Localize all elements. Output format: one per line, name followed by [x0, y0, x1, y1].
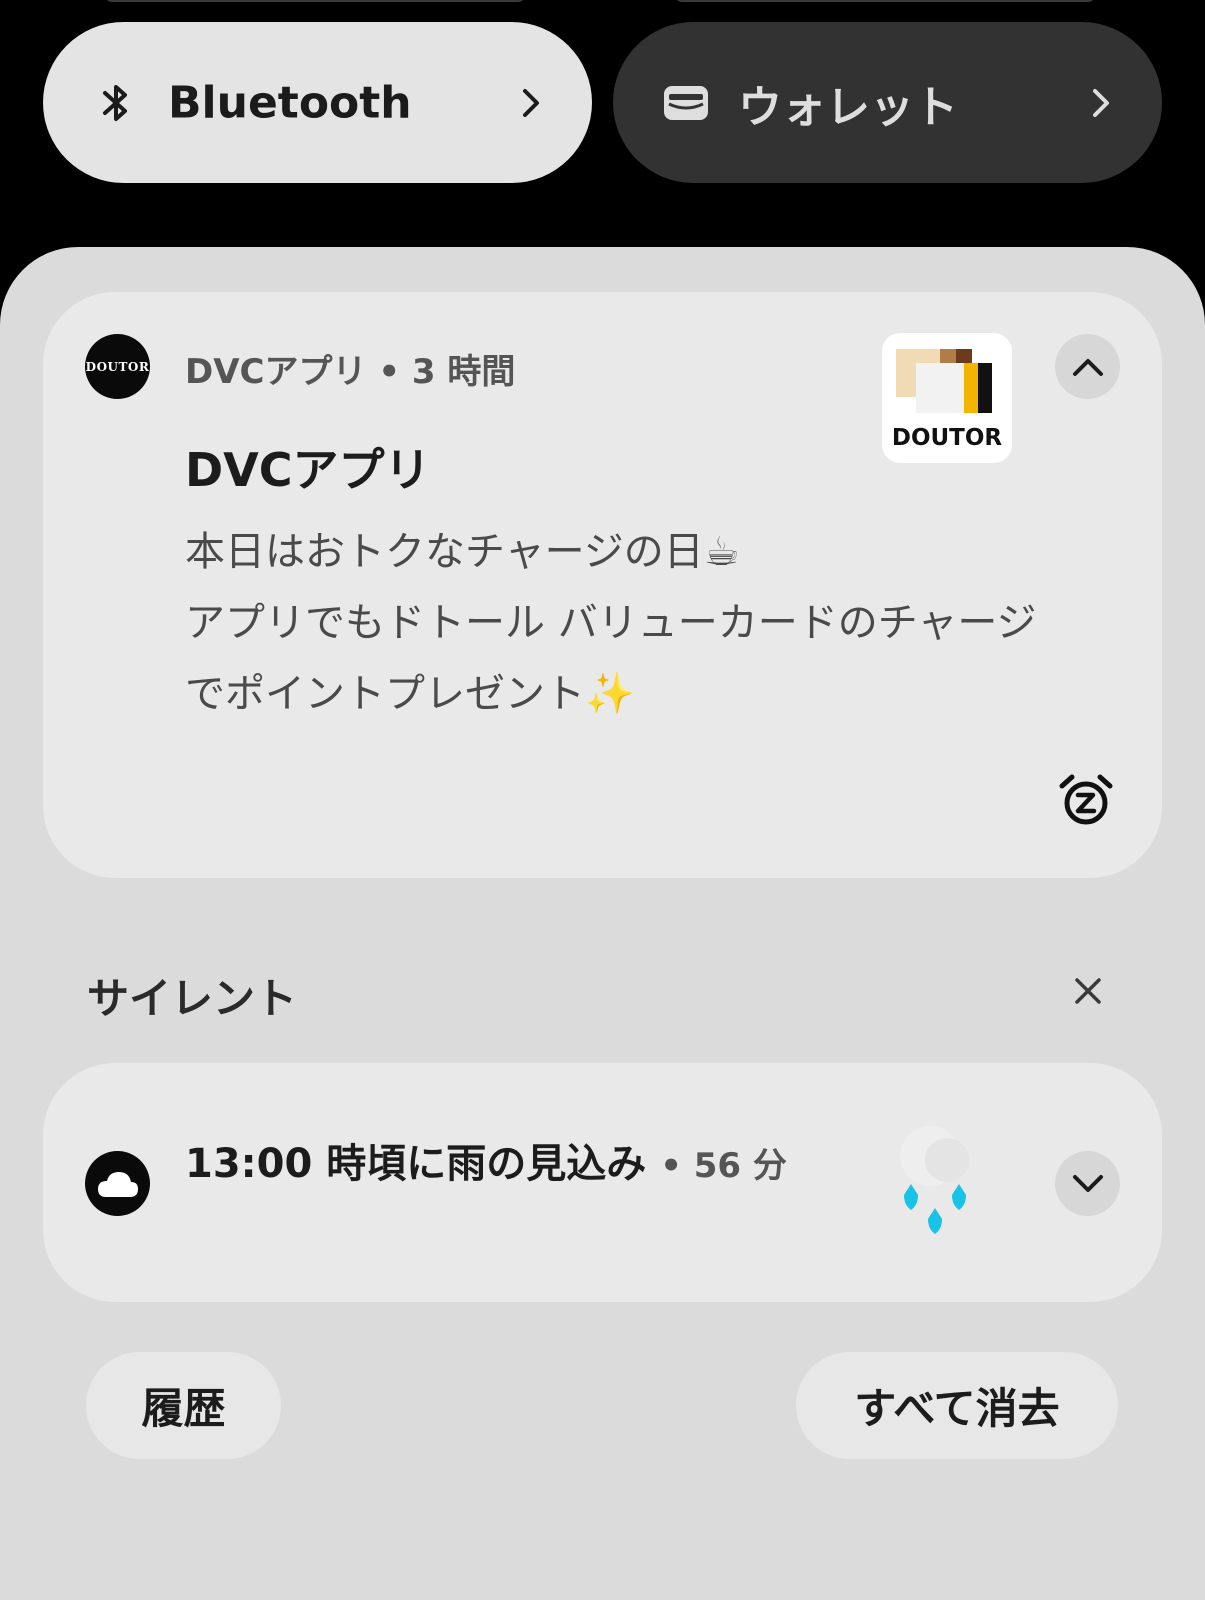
bluetooth-icon — [103, 84, 127, 121]
chevron-right-icon — [523, 88, 539, 117]
wallet-icon — [664, 85, 708, 120]
weather-notification-card[interactable]: 13:00 時頃に雨の見込み • 56 分 — [43, 1063, 1162, 1302]
chevron-down-icon — [1072, 1174, 1103, 1192]
collapse-button[interactable] — [1055, 334, 1120, 399]
expand-button[interactable] — [1055, 1151, 1120, 1216]
snooze-alarm-icon[interactable] — [1058, 772, 1114, 828]
header-separator: • — [378, 352, 412, 392]
body-line: 本日はおトクなチャージの日☕ — [185, 529, 740, 575]
body-line: でポイントプレゼント✨ — [185, 671, 635, 717]
weather-title-text: 13:00 時頃に雨の見込み — [185, 1141, 647, 1187]
doutor-app-avatar: DOUTOR — [85, 334, 150, 399]
close-icon[interactable] — [1072, 975, 1104, 1007]
wallet-tile[interactable]: ウォレット — [613, 22, 1162, 183]
doutor-logo-text: DOUTOR — [892, 425, 1003, 451]
bluetooth-tile[interactable]: Bluetooth — [43, 22, 592, 183]
doutor-logo-image: DOUTOR — [882, 333, 1012, 463]
silent-section-label: サイレント — [87, 974, 298, 1023]
dvc-notification-card[interactable]: DOUTOR DVCアプリ • 3 時間 DVCアプリ 本日はおトクなチャージの… — [43, 292, 1162, 878]
history-button[interactable]: 履歴 — [86, 1352, 281, 1459]
weather-notification-title: 13:00 時頃に雨の見込み • 56 分 — [185, 1131, 787, 1189]
doutor-logo-graphic: DOUTOR — [892, 349, 1003, 451]
notification-header: DVCアプリ • 3 時間 — [185, 344, 515, 393]
notification-title: DVCアプリ — [185, 443, 431, 497]
notification-body: 本日はおトクなチャージの日☕ アプリでもドトール バリューカードのチャージ でポ… — [185, 517, 1145, 730]
weather-time: 56 分 — [693, 1146, 787, 1186]
chevron-right-icon — [1093, 88, 1109, 117]
rain-cloud-icon — [900, 1126, 969, 1234]
header-separator: • — [660, 1146, 694, 1186]
wallet-label: ウォレット — [738, 81, 958, 133]
bluetooth-label: Bluetooth — [168, 77, 412, 128]
qs-tile-above-right — [675, 0, 1095, 2]
qs-tile-above-left — [105, 0, 525, 2]
chevron-up-icon — [1072, 358, 1103, 376]
clear-all-button[interactable]: すべて消去 — [796, 1352, 1118, 1459]
notification-time: 3 時間 — [411, 352, 516, 392]
body-line: アプリでもドトール バリューカードのチャージ — [185, 600, 1037, 646]
cloud-icon — [97, 1171, 138, 1197]
app-name: DVCアプリ — [185, 352, 367, 392]
weather-app-avatar — [85, 1151, 150, 1216]
